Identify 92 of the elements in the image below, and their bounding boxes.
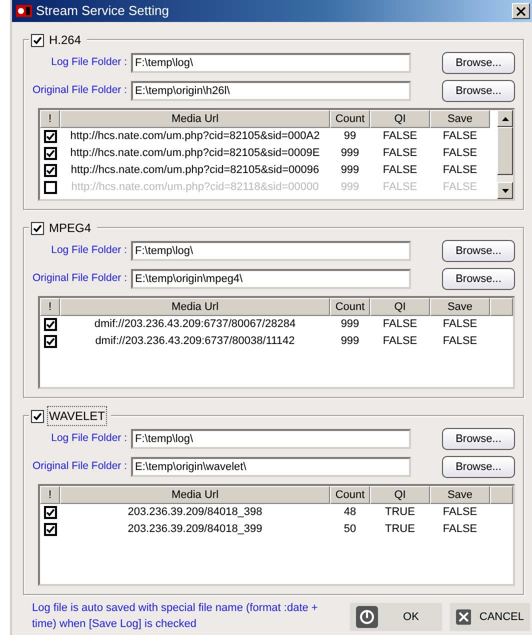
column-header[interactable]: Save bbox=[430, 486, 490, 504]
column-header[interactable]: Save bbox=[430, 110, 490, 128]
folder-field[interactable]: E:\temp\origin\wavelet\ bbox=[131, 457, 411, 477]
column-header[interactable]: Count bbox=[330, 298, 370, 316]
group-label: MPEG4 bbox=[48, 220, 92, 237]
row-checkbox[interactable] bbox=[44, 523, 56, 536]
table-cell-text: FALSE bbox=[382, 129, 418, 144]
table-cell-text: FALSE bbox=[442, 163, 478, 178]
table-cell-text: http://hcs.nate.com/um.php?cid=82105&sid=000A2 bbox=[69, 129, 321, 144]
browse-button[interactable]: Browse... bbox=[442, 456, 515, 478]
table-cell-text: 99 bbox=[342, 129, 358, 144]
field-label: Log File Folder : bbox=[50, 243, 128, 258]
down-arrow-icon bbox=[502, 188, 508, 192]
column-header[interactable]: ! bbox=[40, 486, 60, 504]
scroll-up-button[interactable] bbox=[497, 110, 513, 127]
table-cell-text: 203.236.39.209/84018_398 bbox=[126, 505, 264, 520]
field-label: Original File Folder : bbox=[31, 459, 128, 474]
scrollbar[interactable] bbox=[497, 110, 513, 199]
row-checkbox[interactable] bbox=[44, 147, 56, 160]
table-cell-text: FALSE bbox=[382, 317, 418, 332]
folder-field[interactable]: E:\temp\origin\h26l\ bbox=[131, 81, 411, 101]
column-header[interactable]: Count bbox=[330, 486, 370, 504]
table-cell-text: FALSE bbox=[382, 146, 418, 162]
column-header[interactable]: Save bbox=[430, 298, 490, 316]
table-cell-text: FALSE bbox=[442, 334, 478, 350]
table-cell-text: FALSE bbox=[442, 505, 478, 520]
table-cell-text: 203.236.39.209/84018_399 bbox=[126, 522, 264, 538]
table-cell-text: 50 bbox=[342, 522, 358, 538]
column-header[interactable]: Count bbox=[330, 110, 370, 128]
close-button[interactable] bbox=[512, 3, 530, 19]
table-cell-text: dmif://203.236.43.209:6737/80067/28284 bbox=[93, 317, 297, 332]
close-icon bbox=[516, 6, 526, 16]
group-label: WAVELET bbox=[47, 406, 108, 426]
column-header[interactable]: QI bbox=[370, 298, 430, 316]
table-cell-text: FALSE bbox=[442, 317, 478, 332]
checkbox[interactable] bbox=[31, 410, 44, 422]
browse-button[interactable]: Browse... bbox=[442, 52, 515, 74]
column-header[interactable]: Media Url bbox=[60, 298, 330, 316]
table-cell-text: TRUE bbox=[384, 505, 416, 520]
browse-button[interactable]: Browse... bbox=[442, 268, 515, 290]
table-cell-text: http://hcs.nate.com/um.php?cid=82105&sid=00096 bbox=[70, 163, 320, 178]
folder-field[interactable]: F:\temp\log\ bbox=[131, 241, 411, 261]
table-cell-text: 999 bbox=[340, 317, 360, 332]
row-checkbox[interactable] bbox=[44, 335, 56, 348]
table-cell-text: http://hcs.nate.com/um.php?cid=82118&sid=00000 bbox=[70, 180, 320, 196]
table-cell-text: FALSE bbox=[442, 129, 478, 144]
folder-field[interactable]: E:\temp\origin\mpeg4\ bbox=[131, 269, 411, 289]
up-arrow-icon bbox=[502, 116, 508, 120]
table-cell-text: http://hcs.nate.com/um.php?cid=82105&sid=0009E bbox=[69, 146, 321, 162]
checkbox[interactable] bbox=[31, 34, 44, 46]
table-cell-text: 999 bbox=[340, 163, 360, 178]
column-header[interactable]: QI bbox=[370, 486, 430, 504]
browse-button[interactable]: Browse... bbox=[442, 240, 515, 262]
table-cell-text: FALSE bbox=[442, 146, 478, 162]
row-checkbox[interactable] bbox=[44, 164, 56, 177]
table-cell-text: 999 bbox=[340, 334, 360, 350]
column-header[interactable]: Media Url bbox=[60, 110, 330, 128]
field-label: Original File Folder : bbox=[31, 83, 128, 98]
checkbox[interactable] bbox=[31, 222, 44, 234]
scroll-down-button[interactable] bbox=[497, 182, 513, 199]
note-text: Log file is auto saved with special file name (format :date + time) when [Save Log] is checked bbox=[32, 601, 319, 632]
window-title: Stream Service Setting bbox=[36, 2, 169, 20]
column-header[interactable]: Media Url bbox=[60, 486, 330, 504]
browse-button[interactable]: Browse... bbox=[442, 428, 515, 450]
row-checkbox[interactable] bbox=[44, 318, 56, 331]
table-cell-text: FALSE bbox=[442, 522, 478, 538]
power-icon bbox=[356, 606, 378, 628]
table-cell-text: dmif://203.236.43.209:6737/80038/11142 bbox=[94, 334, 296, 350]
table-cell-text: 999 bbox=[340, 146, 360, 162]
column-header[interactable]: ! bbox=[40, 110, 60, 128]
app-icon bbox=[16, 4, 32, 18]
table-cell-text: FALSE bbox=[382, 180, 418, 196]
row-checkbox[interactable] bbox=[44, 506, 56, 519]
group-label: H.264 bbox=[48, 32, 82, 49]
table-cell-text: 999 bbox=[340, 180, 360, 196]
folder-field[interactable]: F:\temp\log\ bbox=[131, 429, 411, 449]
folder-field[interactable]: F:\temp\log\ bbox=[131, 53, 411, 73]
table-cell-text: FALSE bbox=[382, 334, 418, 350]
field-label: Log File Folder : bbox=[50, 431, 128, 446]
table-cell-text: FALSE bbox=[382, 163, 418, 178]
scroll-thumb[interactable] bbox=[497, 127, 513, 175]
ok-button[interactable]: OK bbox=[350, 602, 442, 631]
table-cell-text: TRUE bbox=[384, 522, 416, 538]
table-cell-text: 48 bbox=[342, 505, 358, 520]
column-header[interactable]: ! bbox=[40, 298, 60, 316]
cancel-button[interactable]: CANCEL bbox=[450, 602, 530, 631]
row-checkbox[interactable] bbox=[44, 130, 56, 143]
column-header[interactable]: QI bbox=[370, 110, 430, 128]
table-cell-text: FALSE bbox=[442, 180, 478, 196]
field-label: Log File Folder : bbox=[50, 55, 128, 70]
browse-button[interactable]: Browse... bbox=[442, 80, 515, 102]
field-label: Original File Folder : bbox=[31, 271, 128, 286]
